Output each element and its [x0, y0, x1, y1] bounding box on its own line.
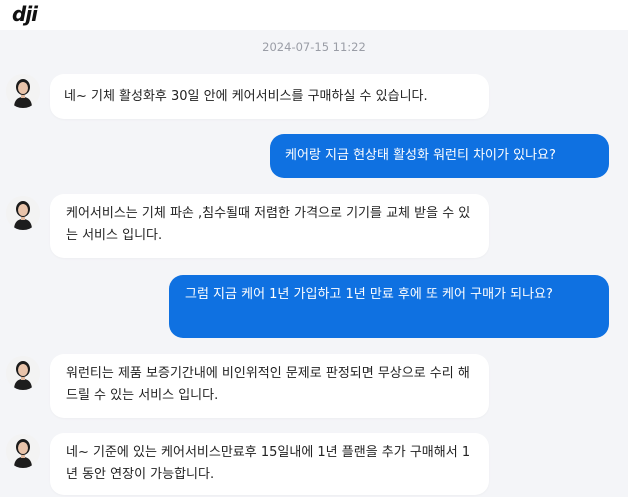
agent-message-text: 워런티는 제품 보증기간내에 비인위적인 문제로 판정되면 무상으로 수리 해드…: [66, 366, 470, 403]
user-message-bubble: 그럼 지금 케어 1년 가입하고 1년 만료 후에 또 케어 구매가 되나요?: [169, 275, 609, 338]
agent-avatar-icon: [6, 356, 40, 390]
top-bar: dji: [0, 0, 628, 30]
user-message-text: 그럼 지금 케어 1년 가입하고 1년 만료 후에 또 케어 구매가 되나요?: [185, 287, 553, 302]
agent-message-bubble: 워런티는 제품 보증기간내에 비인위적인 문제로 판정되면 무상으로 수리 해드…: [50, 354, 489, 418]
agent-avatar: [6, 434, 40, 468]
agent-avatar-icon: [6, 196, 40, 230]
dji-logo: dji: [12, 2, 38, 26]
agent-avatar: [6, 356, 40, 390]
user-message-bubble: 케어랑 지금 현상태 활성화 워런티 차이가 있나요?: [270, 134, 609, 178]
agent-message-text: 네~ 기체 활성화후 30일 안에 케어서비스를 구매하실 수 있습니다.: [64, 89, 428, 104]
agent-avatar: [6, 196, 40, 230]
agent-message-text: 네~ 기준에 있는 케어서비스만료후 15일내에 1년 플랜을 추가 구매해서 …: [66, 445, 471, 482]
agent-avatar-icon: [6, 74, 40, 108]
agent-message-bubble: 케어서비스는 기체 파손 ,침수될때 저렴한 가격으로 기기를 교체 받을 수 …: [50, 194, 489, 258]
agent-message-bubble: 네~ 기준에 있는 케어서비스만료후 15일내에 1년 플랜을 추가 구매해서 …: [50, 433, 489, 495]
agent-avatar: [6, 74, 40, 108]
agent-message-text: 케어서비스는 기체 파손 ,침수될때 저렴한 가격으로 기기를 교체 받을 수 …: [66, 206, 471, 243]
chat-timestamp: 2024-07-15 11:22: [262, 40, 366, 54]
user-message-text: 케어랑 지금 현상태 활성화 워런티 차이가 있나요?: [285, 148, 556, 163]
agent-message-bubble: 네~ 기체 활성화후 30일 안에 케어서비스를 구매하실 수 있습니다.: [50, 74, 489, 119]
agent-avatar-icon: [6, 434, 40, 468]
